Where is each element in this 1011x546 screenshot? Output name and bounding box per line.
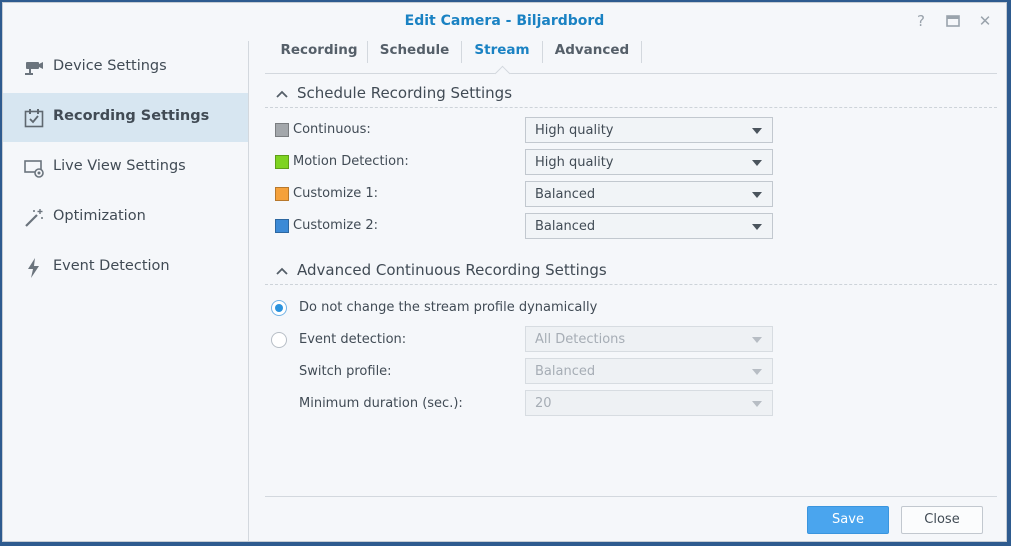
magic-wand-icon bbox=[23, 207, 45, 229]
footer-divider bbox=[265, 496, 997, 497]
chevron-up-icon[interactable] bbox=[275, 264, 289, 278]
switch-profile-label: Switch profile: bbox=[299, 364, 392, 379]
continuous-color-swatch bbox=[275, 123, 289, 137]
chevron-up-icon[interactable] bbox=[275, 87, 289, 101]
tab-bar: Recording Schedule Stream Advanced bbox=[265, 37, 997, 82]
chevron-down-icon bbox=[752, 369, 762, 375]
event-detection-select: All Detections bbox=[525, 326, 773, 352]
lightning-icon bbox=[23, 257, 45, 279]
save-button[interactable]: Save bbox=[807, 506, 889, 534]
sidebar-item-label: Event Detection bbox=[53, 258, 170, 274]
sidebar-item-label: Device Settings bbox=[53, 58, 167, 74]
select-value: Balanced bbox=[535, 187, 596, 202]
close-button[interactable]: Close bbox=[901, 506, 983, 534]
motion-detection-quality-select[interactable]: High quality bbox=[525, 149, 773, 175]
event-detection-radio[interactable] bbox=[271, 332, 287, 348]
switch-profile-select: Balanced bbox=[525, 358, 773, 384]
minimum-duration-select: 20 bbox=[525, 390, 773, 416]
chevron-down-icon bbox=[752, 128, 762, 134]
motion-detection-color-swatch bbox=[275, 155, 289, 169]
event-detection-label[interactable]: Event detection: bbox=[299, 332, 406, 347]
sidebar: Device Settings Recording Settings Live … bbox=[3, 41, 249, 541]
continuous-quality-select[interactable]: High quality bbox=[525, 117, 773, 143]
camera-icon bbox=[23, 57, 45, 79]
sidebar-item-live-view-settings[interactable]: Live View Settings bbox=[3, 143, 248, 192]
sidebar-item-label: Recording Settings bbox=[53, 108, 210, 124]
advanced-section-header[interactable]: Advanced Continuous Recording Settings bbox=[265, 260, 997, 285]
select-value: All Detections bbox=[535, 332, 626, 347]
sidebar-item-label: Live View Settings bbox=[53, 158, 186, 174]
section-title: Schedule Recording Settings bbox=[297, 84, 513, 102]
title-bar[interactable]: Edit Camera - Biljardbord ? ✕ bbox=[3, 3, 1006, 39]
customize-2-color-swatch bbox=[275, 219, 289, 233]
customize-2-label: Customize 2: bbox=[293, 218, 379, 233]
section-title: Advanced Continuous Recording Settings bbox=[297, 261, 607, 279]
static-profile-radio[interactable] bbox=[271, 300, 287, 316]
chevron-down-icon bbox=[752, 160, 762, 166]
schedule-section-header[interactable]: Schedule Recording Settings bbox=[265, 83, 997, 108]
select-value: 20 bbox=[535, 396, 552, 411]
maximize-icon[interactable] bbox=[944, 12, 962, 30]
customize-1-quality-select[interactable]: Balanced bbox=[525, 181, 773, 207]
select-value: Balanced bbox=[535, 364, 596, 379]
sidebar-item-optimization[interactable]: Optimization bbox=[3, 193, 248, 242]
tab-schedule[interactable]: Schedule bbox=[368, 37, 461, 67]
motion-detection-label: Motion Detection: bbox=[293, 154, 409, 169]
select-value: High quality bbox=[535, 155, 614, 170]
tab-advanced[interactable]: Advanced bbox=[543, 37, 641, 67]
sidebar-item-label: Optimization bbox=[53, 208, 146, 224]
help-icon[interactable]: ? bbox=[912, 12, 930, 30]
minimum-duration-label: Minimum duration (sec.): bbox=[299, 396, 463, 411]
customize-1-color-swatch bbox=[275, 187, 289, 201]
static-profile-label[interactable]: Do not change the stream profile dynamic… bbox=[299, 300, 597, 315]
chevron-down-icon bbox=[752, 192, 762, 198]
sidebar-item-event-detection[interactable]: Event Detection bbox=[3, 243, 248, 292]
close-icon[interactable]: ✕ bbox=[976, 12, 994, 30]
window-title: Edit Camera - Biljardbord bbox=[404, 13, 605, 29]
edit-camera-window: Edit Camera - Biljardbord ? ✕ Device Set… bbox=[2, 2, 1007, 542]
calendar-check-icon bbox=[23, 107, 45, 129]
chevron-down-icon bbox=[752, 224, 762, 230]
tab-stream[interactable]: Stream bbox=[462, 37, 542, 67]
select-value: High quality bbox=[535, 123, 614, 138]
continuous-label: Continuous: bbox=[293, 122, 371, 137]
customize-1-label: Customize 1: bbox=[293, 186, 379, 201]
tab-divider bbox=[641, 41, 642, 63]
sidebar-item-recording-settings[interactable]: Recording Settings bbox=[3, 93, 248, 142]
customize-2-quality-select[interactable]: Balanced bbox=[525, 213, 773, 239]
active-tab-indicator bbox=[494, 65, 511, 82]
select-value: Balanced bbox=[535, 219, 596, 234]
chevron-down-icon bbox=[752, 337, 762, 343]
tab-recording[interactable]: Recording bbox=[271, 37, 367, 67]
sidebar-item-device-settings[interactable]: Device Settings bbox=[3, 43, 248, 92]
chevron-down-icon bbox=[752, 401, 762, 407]
monitor-eye-icon bbox=[23, 157, 45, 179]
